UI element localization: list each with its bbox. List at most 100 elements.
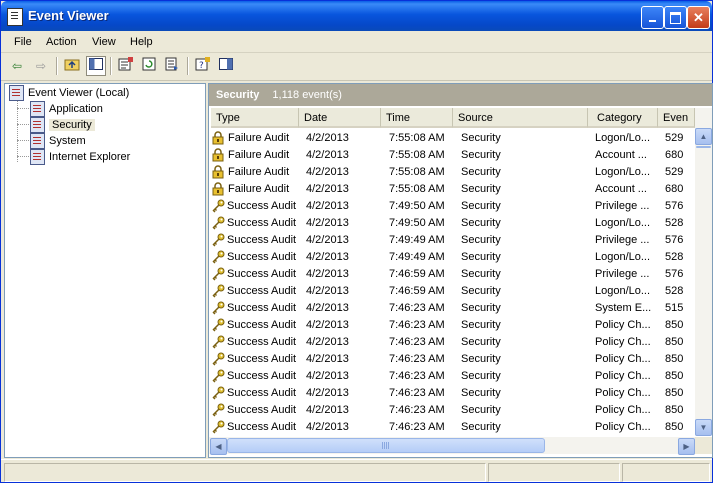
maximize-button[interactable] [664,6,687,29]
tree-item-system[interactable]: System [30,133,86,150]
cell-text: Security [461,268,501,280]
column-header-category[interactable]: Category [588,108,658,128]
cell-text: Logon/Lo... [595,166,651,178]
scroll-left-button[interactable]: ◀ [210,438,227,455]
action-pane-icon [219,58,233,70]
cell-text: Security [461,183,501,195]
vertical-scroll-thumb[interactable] [696,146,711,148]
tree-item-internet-explorer[interactable]: Internet Explorer [30,149,130,166]
menu-file[interactable]: File [14,36,32,48]
table-cell: 850 [665,351,695,368]
event-log-icon [30,117,45,134]
cell-text: Success Audit [227,370,297,382]
tree-root-event-viewer[interactable]: Event Viewer (Local) [9,85,129,102]
tree-item-security[interactable]: Security [30,117,95,134]
status-panel [488,463,620,482]
pane-header: Security 1,118 event(s) [209,84,712,106]
cell-text: 7:46:23 AM [389,387,445,399]
table-cell: Failure Audit [211,181,299,198]
cell-text: 7:46:23 AM [389,336,445,348]
cell-text: 850 [665,319,684,331]
cell-text: 4/2/2013 [306,268,349,280]
tree-item-application[interactable]: Application [30,101,103,118]
cell-text: Success Audit [227,251,297,263]
show-hide-tree-button[interactable] [86,56,106,76]
forward-button[interactable]: ⇨ [32,57,50,75]
show-action-pane-button[interactable] [217,57,235,75]
scroll-down-button[interactable]: ▼ [695,419,712,436]
column-header-event[interactable]: Even [658,108,695,128]
export-list-button[interactable] [163,57,181,75]
table-cell: Logon/Lo... [595,249,659,266]
cell-text: Logon/Lo... [595,285,651,297]
table-cell: Success Audit [211,385,299,402]
event-log-icon [30,149,45,166]
table-cell: 4/2/2013 [306,164,386,181]
cell-text: Policy Ch... [595,319,651,331]
menu-action[interactable]: Action [46,36,77,48]
menu-help-label: Help [130,36,153,48]
key-icon [211,284,225,298]
table-cell: Success Audit [211,351,299,368]
cell-text: Policy Ch... [595,353,651,365]
menu-bar: File Action View Help [1,32,712,53]
scroll-right-button[interactable]: ▶ [678,438,695,455]
title-bar[interactable]: Event Viewer ✕ [1,1,712,31]
back-button[interactable]: ⇦ [8,57,26,75]
cell-text: Security [461,421,501,433]
table-cell: 4/2/2013 [306,317,386,334]
table-cell: 7:49:50 AM [389,198,461,215]
table-cell: 850 [665,419,695,436]
cell-text: 7:49:49 AM [389,234,445,246]
cell-text: Success Audit [227,200,297,212]
menu-help[interactable]: Help [130,36,153,48]
table-cell: 4/2/2013 [306,351,386,368]
export-list-icon [165,57,178,71]
refresh-button[interactable] [140,57,158,75]
horizontal-scroll-thumb[interactable] [227,438,545,453]
column-header-type[interactable]: Type [211,108,299,128]
table-cell: 4/2/2013 [306,130,386,147]
cell-text: Failure Audit [228,149,290,161]
vertical-scrollbar[interactable]: ▲ ▼ [695,108,712,436]
column-header-source[interactable]: Source [453,108,588,128]
tree-item-label: Security [49,119,95,131]
key-icon [211,335,225,349]
table-cell: 4/2/2013 [306,419,386,436]
properties-button[interactable] [117,57,135,75]
menu-view[interactable]: View [92,36,116,48]
lock-icon [212,182,224,196]
cell-text: 7:46:23 AM [389,319,445,331]
minimize-button[interactable] [641,6,664,29]
table-cell: Policy Ch... [595,419,659,436]
cell-text: 4/2/2013 [306,302,349,314]
tree-line [17,108,29,109]
up-one-level-button[interactable] [63,57,81,75]
table-cell: 4/2/2013 [306,198,386,215]
table-cell: Security [461,317,591,334]
close-button[interactable]: ✕ [687,6,710,29]
horizontal-scrollbar[interactable]: ◀ ▶ [209,437,695,455]
key-icon [211,352,225,366]
cell-text: 7:55:08 AM [389,132,445,144]
column-header-date[interactable]: Date [299,108,381,128]
cell-text: Policy Ch... [595,370,651,382]
help-icon: ? [195,57,210,71]
cell-text: 7:46:23 AM [389,353,445,365]
table-cell: Account ... [595,147,659,164]
cell-text: 4/2/2013 [306,421,349,433]
table-cell: 7:55:08 AM [389,181,461,198]
table-cell: Privilege ... [595,232,659,249]
back-arrow-icon: ⇦ [11,59,23,73]
cell-text: 850 [665,370,684,382]
table-cell: Security [461,368,591,385]
cell-text: Security [461,302,501,314]
column-header-time[interactable]: Time [381,108,453,128]
table-cell: Success Audit [211,232,299,249]
table-cell: 515 [665,300,695,317]
scroll-up-button[interactable]: ▲ [695,128,712,145]
cell-text: 7:55:08 AM [389,149,445,161]
help-button[interactable]: ? [194,57,212,75]
cell-text: Success Audit [227,234,297,246]
cell-text: 4/2/2013 [306,166,349,178]
